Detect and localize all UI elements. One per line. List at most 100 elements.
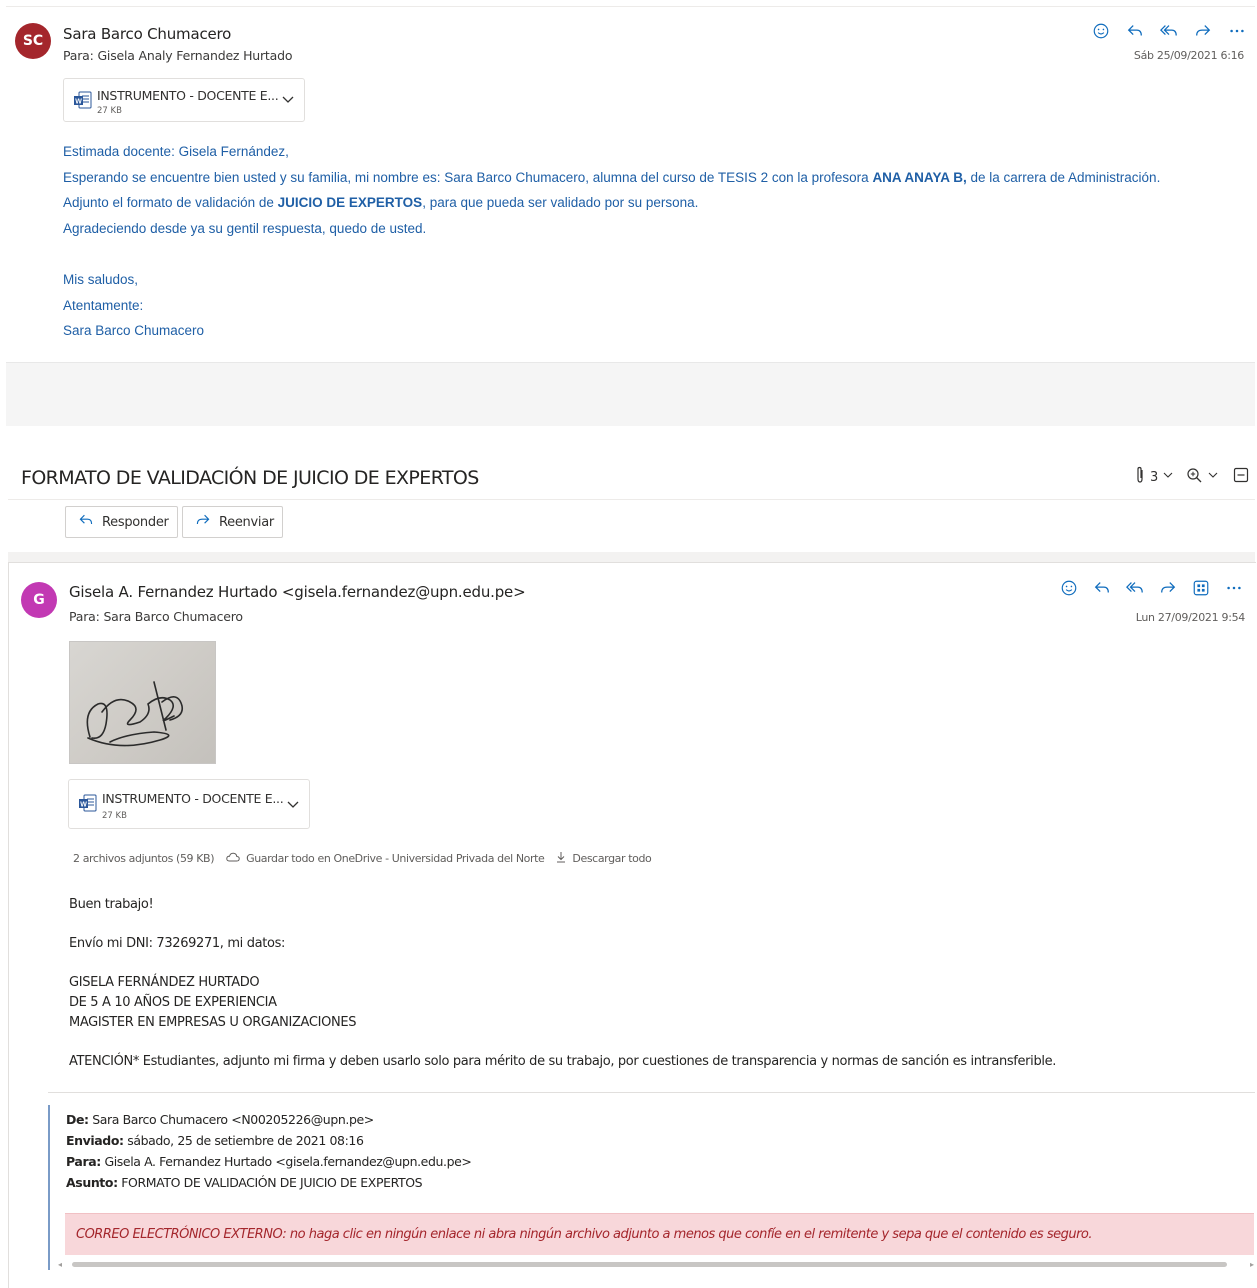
emoji-react-icon[interactable] [1058,577,1080,599]
body-paragraph: Adjunto el formato de validación de JUIC… [63,195,698,210]
reading-pane-icon[interactable] [1233,467,1249,487]
attachment-card[interactable]: W INSTRUMENTO - DOCENTE E... 27 KB [63,78,305,122]
body-paragraph: DE 5 A 10 AÑOS DE EXPERIENCIA [69,995,277,1010]
thread-subject: FORMATO DE VALIDACIÓN DE JUICIO DE EXPER… [21,467,479,489]
apps-icon[interactable] [1190,577,1212,599]
quoted-sent-label: Enviado: [66,1133,124,1148]
more-options-icon[interactable] [1226,20,1248,42]
quoted-from: De: Sara Barco Chumacero <N00205226@upn.… [66,1112,374,1127]
reply-button[interactable]: Responder [65,506,178,538]
separator-band [8,552,1255,562]
scroll-right-icon[interactable]: ▸ [1250,1260,1254,1269]
body-paragraph: Agradeciendo desde ya su gentil respuest… [63,221,427,236]
divider [8,499,1255,500]
signature-icon [86,681,184,747]
body-text: de la carrera de Administración. [966,170,1161,185]
save-onedrive-label: Guardar todo en OneDrive - Universidad P… [246,852,545,865]
forward-icon [195,512,211,532]
sender-name[interactable]: Sara Barco Chumacero [63,25,231,43]
chevron-down-icon[interactable] [281,92,295,111]
message-date: Lun 27/09/2021 9:54 [1135,611,1246,624]
separator-band [6,362,1255,426]
body-text: Adjunto el formato de validación de [63,195,278,210]
thread-tools: 3 [1134,466,1249,488]
signature-image-attachment[interactable] [69,641,216,764]
quoted-from-label: De: [66,1112,89,1127]
sender-name[interactable]: Gisela A. Fernandez Hurtado <gisela.fern… [69,583,526,601]
attachment-name: INSTRUMENTO - DOCENTE E... [102,791,284,806]
quoted-to-value: Gisela A. Fernandez Hurtado <gisela.fern… [104,1154,472,1169]
reply-all-icon[interactable] [1124,577,1146,599]
attachment-size: 27 KB [97,106,122,116]
emoji-react-icon[interactable] [1090,20,1112,42]
attachment-size: 27 KB [102,811,127,821]
save-onedrive-link[interactable]: Guardar todo en OneDrive - Universidad P… [226,852,545,865]
quoted-subject-label: Asunto: [66,1175,118,1190]
forward-button[interactable]: Reenviar [182,506,283,538]
quoted-sent: Enviado: sábado, 25 de setiembre de 2021… [66,1133,364,1148]
message-actions [1058,577,1245,599]
body-text: , para que pueda ser validado por su per… [422,195,699,210]
body-paragraph: Esperando se encuentre bien usted y su f… [63,170,1160,185]
quoted-from-value: Sara Barco Chumacero <N00205226@upn.pe> [92,1112,374,1127]
recipient-name[interactable]: Gisela Analy Fernandez Hurtado [97,48,292,63]
body-closing: Atentamente: [63,298,144,313]
svg-text:W: W [80,801,87,808]
quoted-to-label: Para: [66,1154,101,1169]
quoted-to: Para: Gisela A. Fernandez Hurtado <gisel… [66,1154,472,1169]
horizontal-scrollbar[interactable]: ◂ ▸ [58,1260,1254,1269]
body-paragraph: Envío mi DNI: 73269271, mi datos: [69,936,286,951]
body-paragraph: GISELA FERNÁNDEZ HURTADO [69,975,260,990]
recipient-name[interactable]: Sara Barco Chumacero [103,609,243,624]
body-paragraph: Buen trabajo! [69,897,154,912]
body-bold-text: JUICIO DE EXPERTOS [277,195,423,210]
message-actions [1090,20,1248,42]
attachment-card[interactable]: W INSTRUMENTO - DOCENTE E... 27 KB [68,779,310,829]
forward-label: Reenviar [219,514,274,530]
zoom-icon[interactable] [1186,467,1203,488]
attachments-summary: 2 archivos adjuntos (59 KB) [73,852,215,865]
avatar[interactable]: SC [15,23,51,59]
to-label: Para: [63,48,94,63]
divider [48,1092,1255,1093]
chevron-down-icon[interactable] [1207,469,1219,485]
reply-icon[interactable] [1091,577,1113,599]
body-text: Esperando se encuentre bien usted y su f… [63,170,873,185]
forward-icon[interactable] [1157,577,1179,599]
body-greeting: Estimada docente: Gisela Fernández, [63,144,289,159]
download-icon [556,851,566,866]
avatar-initials: G [33,592,45,608]
body-signature: Sara Barco Chumacero [63,323,205,338]
recipient-line: Para: Sara Barco Chumacero [69,609,243,624]
avatar-initials: SC [22,33,44,49]
quoted-subject: Asunto: FORMATO DE VALIDACIÓN DE JUICIO … [66,1175,423,1190]
more-options-icon[interactable] [1223,577,1245,599]
external-warning-text: CORREO ELECTRÓNICO EXTERNO: no haga clic… [76,1227,1093,1242]
to-label: Para: [69,609,100,624]
word-file-icon: W [79,794,97,817]
scroll-left-icon[interactable]: ◂ [58,1260,62,1269]
body-paragraph: MAGISTER EN EMPRESAS U ORGANIZACIONES [69,1015,357,1030]
message-date: Sáb 25/09/2021 6:16 [1133,49,1244,62]
word-file-icon: W [74,91,92,114]
reply-icon[interactable] [1124,20,1146,42]
reply-all-icon[interactable] [1158,20,1180,42]
reply-label: Responder [102,514,169,530]
svg-text:W: W [75,98,82,105]
attachment-name: INSTRUMENTO - DOCENTE E... [97,88,279,103]
body-closing: Mis saludos, [63,272,139,287]
avatar[interactable]: G [21,582,57,618]
external-warning-banner: CORREO ELECTRÓNICO EXTERNO: no haga clic… [65,1213,1254,1255]
attachments-bar: 2 archivos adjuntos (59 KB) Guardar todo… [73,851,652,866]
chevron-down-icon[interactable] [286,797,300,816]
body-bold-text: ANA ANAYA B, [872,170,967,185]
chevron-down-icon[interactable] [1162,469,1174,485]
quoted-subject-value: FORMATO DE VALIDACIÓN DE JUICIO DE EXPER… [121,1175,423,1190]
attachment-count[interactable]: 3 [1150,470,1158,485]
download-all-link[interactable]: Descargar todo [556,851,652,866]
cloud-icon [226,852,240,865]
scrollbar-thumb[interactable] [72,1262,1227,1267]
forward-icon[interactable] [1192,20,1214,42]
body-paragraph: ATENCIÓN* Estudiantes, adjunto mi firma … [69,1054,1057,1069]
quoted-sent-value: sábado, 25 de setiembre de 2021 08:16 [127,1133,364,1148]
